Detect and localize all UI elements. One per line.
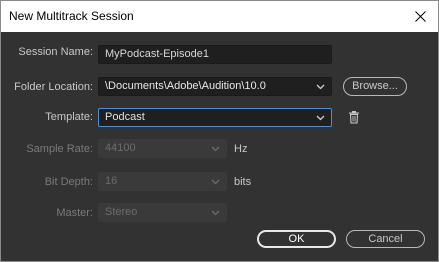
folder-location-dropdown[interactable]: \Documents\Adobe\Audition\10.0	[98, 77, 332, 96]
chevron-down-icon	[211, 146, 220, 152]
dialog-window: New Multitrack Session Session Name: MyP…	[0, 0, 439, 262]
bit-depth-unit: bits	[234, 176, 252, 188]
sample-rate-label: Sample Rate:	[26, 143, 93, 155]
close-button[interactable]	[402, 1, 438, 32]
bit-depth-value: 16	[105, 175, 118, 187]
chevron-down-icon	[316, 115, 325, 121]
master-label: Master:	[56, 207, 93, 219]
master-value: Stereo	[105, 206, 138, 218]
bit-depth-dropdown[interactable]: 16	[98, 172, 227, 191]
template-label: Template:	[45, 111, 93, 123]
session-name-label: Session Name:	[18, 46, 93, 58]
dialog-title: New Multitrack Session	[9, 9, 134, 23]
chevron-down-icon	[211, 210, 220, 216]
folder-location-label: Folder Location:	[14, 81, 93, 93]
sample-rate-value: 44100	[105, 142, 136, 154]
sample-rate-unit: Hz	[234, 143, 248, 155]
cancel-button[interactable]: Cancel	[346, 230, 425, 248]
title-bar: New Multitrack Session	[1, 1, 438, 32]
session-name-input[interactable]: MyPodcast-Episode1	[98, 45, 332, 64]
ok-button[interactable]: OK	[257, 230, 336, 248]
trash-icon[interactable]	[347, 110, 361, 124]
bit-depth-label: Bit Depth:	[44, 176, 93, 188]
dialog-body: Session Name: MyPodcast-Episode1 Folder …	[1, 32, 438, 261]
close-icon	[414, 11, 426, 22]
template-dropdown[interactable]: Podcast	[98, 108, 332, 127]
chevron-down-icon	[211, 179, 220, 185]
folder-location-value: \Documents\Adobe\Audition\10.0	[105, 80, 266, 92]
chevron-down-icon	[316, 84, 325, 90]
master-dropdown[interactable]: Stereo	[98, 203, 227, 222]
browse-button[interactable]: Browse...	[343, 77, 407, 96]
template-value: Podcast	[105, 111, 145, 123]
sample-rate-dropdown[interactable]: 44100	[98, 139, 227, 158]
